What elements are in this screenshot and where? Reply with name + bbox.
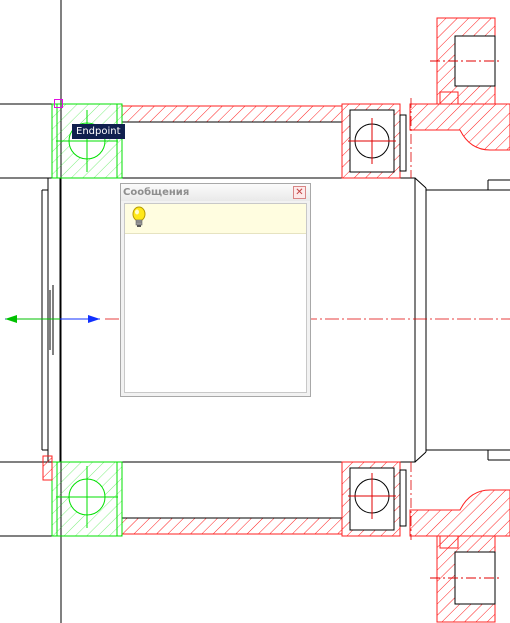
messages-list[interactable] — [124, 203, 307, 393]
messages-titlebar[interactable]: Сообщения ✕ — [121, 184, 310, 201]
right-flange-bottom — [409, 450, 510, 623]
right-flange-top — [409, 17, 510, 190]
endpoint-tooltip: Endpoint — [72, 124, 125, 139]
messages-window[interactable]: Сообщения ✕ — [120, 183, 311, 397]
top-sleeve-hatched — [121, 105, 343, 178]
close-icon[interactable]: ✕ — [293, 186, 306, 199]
endpoint-snap-marker — [54, 99, 63, 108]
messages-title: Сообщения — [123, 187, 190, 198]
left-bottom-bearing-selected — [51, 461, 123, 537]
right-bottom-bearing — [341, 461, 407, 537]
right-top-bearing — [341, 103, 407, 179]
left-top-bearing-selected — [51, 103, 123, 179]
lightbulb-icon — [132, 206, 146, 227]
bottom-sleeve-hatched — [121, 462, 343, 535]
message-row[interactable] — [125, 204, 306, 234]
spacer-hatched — [42, 455, 53, 481]
